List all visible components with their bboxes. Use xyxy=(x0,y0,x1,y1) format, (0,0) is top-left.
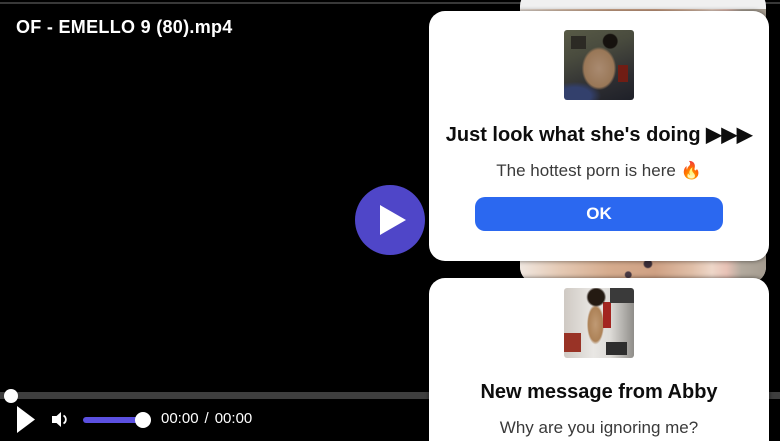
time-display: 00:00 / 00:00 xyxy=(161,410,252,427)
volume-thumb[interactable] xyxy=(135,412,151,428)
message-heading: New message from Abby xyxy=(480,381,718,403)
popup-offer: Just look what she's doing ▶▶▶ The hotte… xyxy=(429,11,769,261)
message-thumbnail-image xyxy=(564,288,634,358)
progress-thumb[interactable] xyxy=(4,389,18,403)
popup-message[interactable]: New message from Abby Why are you ignori… xyxy=(429,278,769,441)
time-separator: / xyxy=(204,410,209,427)
duration: 00:00 xyxy=(214,410,253,427)
play-icon xyxy=(17,406,35,433)
video-title: OF - EMELLO 9 (80).mp4 xyxy=(16,17,233,37)
mute-button[interactable] xyxy=(50,410,70,429)
ok-button[interactable]: OK xyxy=(475,197,723,231)
offer-heading: Just look what she's doing ▶▶▶ xyxy=(445,124,753,146)
offer-body-text: The hottest porn is here 🔥 xyxy=(496,161,702,180)
big-play-button[interactable] xyxy=(355,185,425,255)
speaker-icon xyxy=(52,412,67,427)
play-icon xyxy=(379,205,406,235)
message-body-text: Why are you ignoring me? xyxy=(499,418,699,437)
play-button[interactable] xyxy=(17,406,35,433)
video-page: OF - EMELLO 9 (80).mp4 00:00 / 00:00 Jus… xyxy=(0,0,780,441)
current-time: 00:00 xyxy=(161,410,199,427)
offer-thumbnail-image xyxy=(564,30,634,100)
